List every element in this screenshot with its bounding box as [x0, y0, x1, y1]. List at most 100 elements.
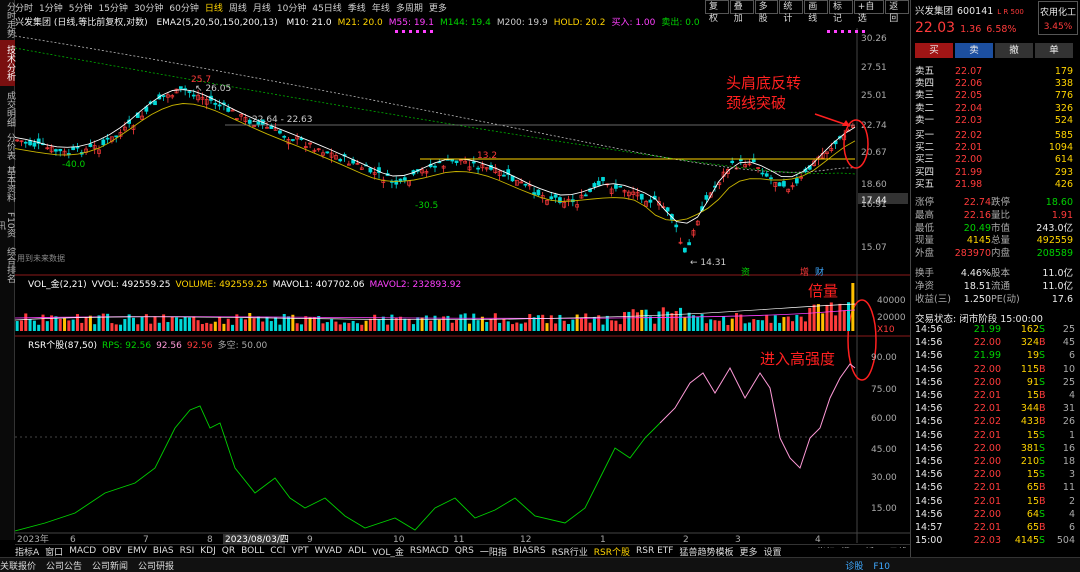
indicator-tab-1[interactable]: 窗口 — [45, 545, 63, 558]
indicator-tab-10[interactable]: CCI — [270, 546, 285, 556]
trade-button-2[interactable]: 撤 — [995, 43, 1033, 58]
tick-cell: 14:56 — [915, 390, 943, 401]
indicator-tab-7[interactable]: KDJ — [200, 546, 216, 556]
left-tab-0[interactable]: 分时走势 — [0, 2, 15, 38]
period-tab-13[interactable]: 多周期 — [396, 1, 423, 14]
indicator-tab-13[interactable]: ADL — [348, 546, 366, 556]
volume-tick: 20000 — [877, 313, 906, 323]
indicator-tab-20[interactable]: RSR个股 — [594, 545, 630, 558]
period-tab-0[interactable]: 分时 — [15, 1, 33, 14]
tool-button-4[interactable]: 画线 — [804, 0, 828, 24]
tool-button-6[interactable]: +自选 — [853, 0, 885, 24]
price-tick: 18.60 — [861, 180, 887, 190]
tool-button-1[interactable]: 叠加 — [729, 0, 754, 24]
buy-marker — [409, 30, 412, 33]
tool-button-3[interactable]: 统计 — [779, 0, 804, 24]
indicator-tab-3[interactable]: OBV — [102, 546, 121, 556]
indicator-tab-16[interactable]: QRS — [455, 546, 474, 556]
indicator-tab-9[interactable]: BOLL — [241, 546, 264, 556]
period-tab-4[interactable]: 30分钟 — [134, 1, 163, 14]
volume-bars — [15, 283, 855, 331]
price-tick: 25.01 — [861, 91, 887, 101]
buy-marker — [862, 30, 865, 33]
tick-cell: 22.00 — [973, 508, 1001, 520]
price-tick: 27.51 — [861, 63, 887, 73]
indicator-tab-22[interactable]: 猛兽趋势模板 — [679, 545, 733, 558]
tick-row: 14:56 22.00 324B 45 — [915, 337, 1078, 349]
tool-button-2[interactable]: 多股 — [754, 0, 779, 24]
status-link-1[interactable]: 公司公告 — [46, 559, 82, 572]
left-tab-6[interactable]: 综合排名 — [0, 245, 15, 285]
left-tab-4[interactable]: 基本资料 — [0, 162, 15, 206]
period-tab-7[interactable]: 周线 — [229, 1, 247, 14]
left-tab-1[interactable]: 技术分析 — [0, 40, 15, 86]
tick-cell: 14:56 — [915, 403, 943, 415]
status-link-3[interactable]: 公司研报 — [138, 559, 174, 572]
indicator-tab-23[interactable]: 更多 — [740, 545, 758, 558]
indicator-tab-2[interactable]: MACD — [69, 546, 96, 556]
tool-button-5[interactable]: 标记 — [828, 0, 853, 24]
indicator-tab-8[interactable]: QR — [222, 546, 235, 556]
tick-cell: B — [1039, 403, 1046, 415]
indicator-tab-0[interactable]: 指标A — [15, 545, 39, 558]
indicator-tab-12[interactable]: WVAD — [315, 546, 343, 556]
status-link-2[interactable]: 公司新闻 — [92, 559, 128, 572]
tool-button-0[interactable]: 复权 — [705, 0, 729, 24]
trade-button-1[interactable]: 卖 — [955, 43, 993, 58]
bid-row-1: 买二 22.01 1094 — [915, 139, 1078, 153]
ask-row-0: 卖五 22.07 179 — [915, 63, 1078, 77]
indicator-tab-14[interactable]: VOL_金 — [372, 545, 404, 558]
indicator-tab-18[interactable]: BIASRS — [513, 546, 546, 556]
price-tick: 30.26 — [861, 34, 887, 44]
period-tab-1[interactable]: 1分钟 — [39, 1, 63, 14]
status-link-0[interactable]: 关联报价 — [0, 559, 36, 572]
rsr-tick: 75.00 — [871, 385, 897, 395]
tick-cell: 22.01 — [973, 429, 1001, 441]
volume-tick: X10 — [877, 325, 895, 335]
stat-row-4: 外盘 283970内盘 208589 — [915, 245, 1078, 259]
period-tab-3[interactable]: 15分钟 — [98, 1, 127, 14]
label-neck: 13.2 — [477, 151, 497, 161]
indicator-tab-24[interactable]: 设置 — [764, 545, 782, 558]
tick-cell: 25 — [1062, 324, 1075, 335]
period-tab-9[interactable]: 10分钟 — [277, 1, 306, 14]
period-tab-2[interactable]: 5分钟 — [69, 1, 93, 14]
buy-marker — [395, 30, 398, 33]
indicator-tab-17[interactable]: 一阳指 — [480, 545, 507, 558]
indicator-tab-21[interactable]: RSR ETF — [636, 546, 673, 556]
left-tab-2[interactable]: 成交明细 — [0, 88, 15, 130]
tick-cell: 21.99 — [973, 324, 1001, 335]
tick-cell: 324 — [1020, 337, 1039, 349]
bid-row-2: 买三 22.00 614 — [915, 151, 1078, 165]
indicator-tab-15[interactable]: RSMACD — [410, 546, 449, 556]
indicator-tab-5[interactable]: BIAS — [153, 546, 174, 556]
period-tab-6[interactable]: 日线 — [205, 1, 223, 14]
status-right-0[interactable]: 诊股 — [845, 562, 863, 572]
indicator-tab-11[interactable]: VPT — [291, 546, 308, 556]
indicator-tab-19[interactable]: RSR行业 — [552, 545, 588, 558]
period-tab-8[interactable]: 月线 — [253, 1, 271, 14]
tick-row: 14:56 22.00 210S 18 — [915, 456, 1078, 468]
trade-button-3[interactable]: 单 — [1035, 43, 1073, 58]
lr-badge: L R 500 — [997, 8, 1024, 16]
tick-row: 14:56 22.00 91S 25 — [915, 377, 1078, 389]
indicator-tab-6[interactable]: RSI — [180, 546, 195, 556]
indicator-legend: 兴发集团 (日线,等比前复权,对数) EMA2(5,20,50,150,200,… — [15, 15, 885, 28]
indicator-tab-4[interactable]: EMV — [127, 546, 147, 556]
tick-cell: 22.00 — [973, 469, 1001, 481]
left-vertical-tabs: 分时走势技术分析成交明细分价表基本资料 F10资讯综合排名 — [0, 0, 15, 540]
trade-button-0[interactable]: 买 — [915, 43, 953, 58]
tick-cell: B — [1039, 363, 1046, 375]
left-tab-3[interactable]: 分价表 — [0, 132, 15, 160]
status-right-1[interactable]: F10 — [873, 562, 890, 572]
period-tab-10[interactable]: 45日线 — [312, 1, 341, 14]
buy-marker — [841, 30, 844, 33]
period-tab-11[interactable]: 季线 — [348, 1, 366, 14]
rsr-legend: RSR个股(87,50) RPS: 92.56 92.56 92.56 多空: 50.0… — [28, 338, 272, 351]
tool-button-7[interactable]: 返回 — [885, 0, 909, 24]
tick-cell: B — [1039, 482, 1046, 494]
period-tab-12[interactable]: 年线 — [372, 1, 390, 14]
period-tab-5[interactable]: 60分钟 — [169, 1, 198, 14]
period-tab-14[interactable]: 更多 — [429, 1, 447, 14]
left-tab-5[interactable]: F10资讯 — [0, 208, 15, 242]
